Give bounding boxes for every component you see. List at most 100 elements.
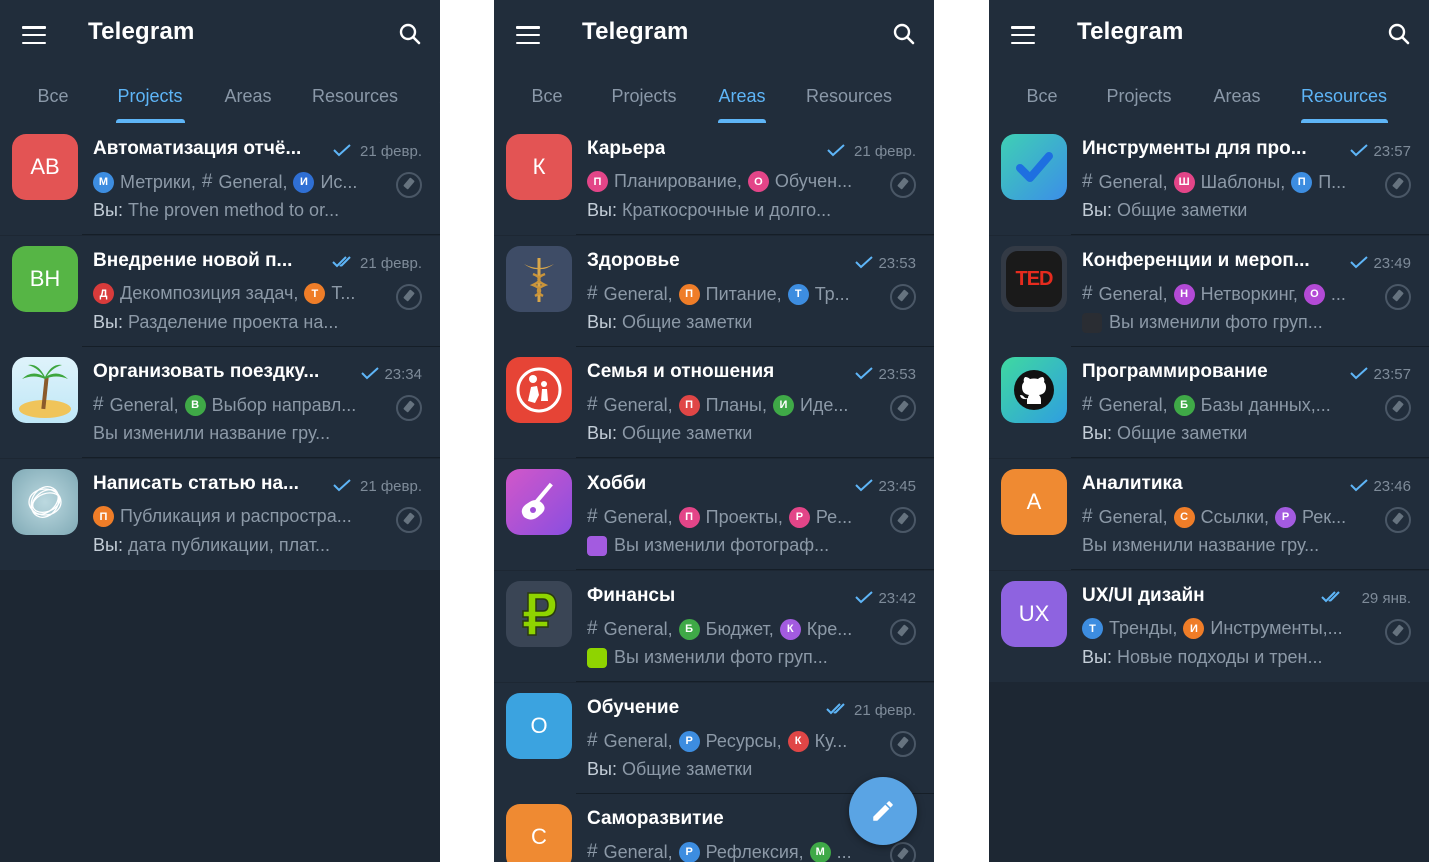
tab-areas[interactable]: Areas [1213,86,1260,107]
chat-row[interactable]: ВН Внедрение новой п... 21 февр. Д Декомпози… [0,236,440,347]
pin-icon[interactable] [890,731,916,757]
search-icon[interactable] [892,22,916,46]
pin-icon[interactable] [396,507,422,533]
chat-row[interactable]: TED Конференции и мероп... 23:49 # General, Н… [989,236,1429,347]
active-tab-indicator [115,119,185,123]
tab-areas[interactable]: Areas [224,86,271,107]
sender-label: Вы: [587,423,617,443]
hash-icon: # [587,730,598,751]
topic-icon: Р [678,730,700,752]
pin-icon[interactable] [890,395,916,421]
chat-row[interactable]: Хобби 23:45 # General, П Проекты, Р Ре... Вы изм… [494,459,934,570]
chat-time: 23:53 [878,255,916,272]
sent-check-icon [1349,478,1369,492]
topic-name: Шаблоны, [1200,171,1286,192]
guitar-icon [506,469,572,535]
pin-icon[interactable] [1385,395,1411,421]
menu-button[interactable] [22,26,46,45]
chat-row[interactable]: О Обучение 21 февр. # General, Р Ресурсы, К Ку..… [494,683,934,794]
pencil-icon [873,801,893,821]
photo-thumbnail [1082,312,1102,333]
sender-label: Вы: [1082,647,1112,667]
pin-icon[interactable] [1385,619,1411,645]
sent-check-icon [360,366,380,380]
topic-icon: П [678,394,700,416]
pin-icon[interactable] [1385,507,1411,533]
pin-icon[interactable] [890,284,916,310]
ruble-icon [506,581,572,647]
chat-time: 23:34 [384,366,422,383]
topic-icon: С [1173,506,1195,528]
message-preview: Общие заметки [1116,200,1248,220]
pin-icon[interactable] [396,284,422,310]
pin-icon[interactable] [890,507,916,533]
topic-name: Тренды, [1109,618,1178,638]
pin-icon[interactable] [890,842,916,862]
read-double-check-icon [1321,590,1341,604]
topic-name: Рек... [1302,506,1347,527]
topic-name: Метрики, [120,171,196,192]
message-preview: дата публикации, плат... [127,535,330,555]
hash-icon: # [1082,171,1093,192]
pin-icon[interactable] [890,619,916,645]
message-preview: Вы изменили фото груп... [614,647,828,667]
topic-name: General, [218,171,288,192]
sent-check-icon [854,255,874,269]
message-preview: Разделение проекта на... [127,312,339,332]
tab-projects[interactable]: Projects [1106,86,1171,107]
tab-resources[interactable]: Resources [1301,86,1387,107]
topics-line: # General, Ш Шаблоны, П П... [1082,171,1352,193]
pin-icon[interactable] [890,172,916,198]
chat-time: 21 февр. [853,702,916,719]
topic-icon: Т [304,283,326,304]
chat-avatar: К [506,134,572,200]
topic-icon: Т [787,283,809,305]
sender-label: Вы: [587,759,617,779]
tab-projects[interactable]: Projects [611,86,676,107]
tab-resources[interactable]: Resources [806,86,892,107]
tab-areas[interactable]: Areas [718,86,765,107]
chat-time: 23:53 [878,366,916,383]
chat-row[interactable]: Здоровье 23:53 # General, П Питание, Т Тр... Вы:… [494,236,934,347]
chat-row[interactable]: Написать статью на... 21 февр. П Публикация… [0,459,440,570]
more-tabs-indicator: ▲ [437,90,440,106]
chat-row[interactable]: UX UX/UI дизайн 29 янв. Т Тренды, И Инструмент… [989,571,1429,682]
chat-row[interactable]: AB Автоматизация отчё... 21 февр. М Метрики,… [0,124,440,235]
chat-row[interactable]: Финансы 23:42 # General, Б Бюджет, К Кре... Вы и… [494,571,934,682]
pin-icon[interactable] [1385,172,1411,198]
photo-thumbnail [587,647,607,668]
menu-button[interactable] [1011,26,1035,45]
topic-icon: Б [1173,394,1195,416]
chat-row[interactable]: Организовать поездку... 23:34 # General, В Вы… [0,347,440,458]
compose-button[interactable] [849,777,917,845]
chat-row[interactable]: Семья и отношения 23:53 # General, П Планы, И И… [494,347,934,458]
sender-label: Вы: [93,535,123,555]
pin-icon[interactable] [396,172,422,198]
tab-all[interactable]: Все [531,86,562,107]
topic-name: Обучен... [774,171,853,191]
search-icon[interactable] [1387,22,1411,46]
chat-row[interactable]: А Аналитика 23:46 # General, С Ссылки, Р Рек... В… [989,459,1429,570]
topics-line: # General, Р Рефлексия, М... [587,841,858,862]
tab-all[interactable]: Все [1026,86,1057,107]
tab-resources[interactable]: Resources [312,86,398,107]
chat-row[interactable]: К Карьера 21 февр. П Планирование, О Обучен...… [494,124,934,235]
topics-line: П Публикация и распростра... [93,506,358,527]
search-icon[interactable] [398,22,422,46]
tab-all[interactable]: Все [37,86,68,107]
topic-name: П... [1318,171,1347,192]
folder-tabs: Все Projects Areas Resources ▲ [0,72,440,124]
last-message: Вы изменили фото груп... [1082,312,1323,333]
topic-name: General, [603,283,673,304]
chat-row[interactable]: Инструменты для про... 23:57 # General, Ш Шаб… [989,124,1429,235]
sent-check-icon [332,143,352,157]
menu-button[interactable] [516,26,540,45]
folder-tabs: ВсеProjectsAreasResources▲ [989,72,1429,124]
pin-icon[interactable] [1385,284,1411,310]
telegram-screen-projects: Telegram Все Projects Areas Resources ▲ AB Авт… [0,0,440,862]
pin-icon[interactable] [396,395,422,421]
chat-row[interactable]: Программирование 23:57 # General, Б Базы данн… [989,347,1429,458]
topic-name: ... [1330,283,1346,304]
tab-projects[interactable]: Projects [117,86,182,107]
chat-avatar: О [506,693,572,759]
